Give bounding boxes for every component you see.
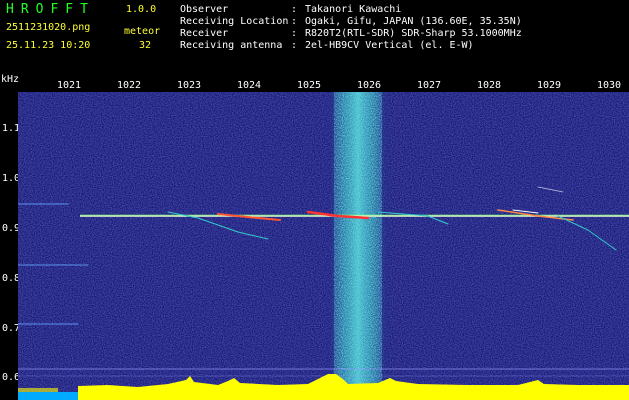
app-version: 1.0.0 bbox=[126, 4, 157, 15]
observer-label: Observer bbox=[180, 4, 229, 15]
app-brand: HROFFT bbox=[6, 2, 95, 17]
capture-timestamp: 25.11.23 10:20 bbox=[6, 40, 91, 51]
location-label: Receiving Location bbox=[180, 16, 289, 27]
x-tick-label: 1023 bbox=[176, 80, 202, 91]
x-tick-label: 1028 bbox=[476, 80, 502, 91]
receiver-value: R820T2(RTL-SDR) SDR-Sharp 53.1000MHz bbox=[305, 28, 522, 39]
x-tick-label: 1022 bbox=[116, 80, 142, 91]
x-tick-label: 1021 bbox=[56, 80, 82, 91]
antenna-label: Receiving antenna bbox=[180, 40, 283, 51]
x-tick-label: 1029 bbox=[536, 80, 562, 91]
info-colon: : bbox=[291, 28, 298, 39]
info-colon: : bbox=[291, 4, 298, 15]
observer-value: Takanori Kawachi bbox=[305, 4, 402, 15]
x-tick-label: 1026 bbox=[356, 80, 382, 91]
hrofft-screen: HROFFT 1.0.0 2511231020.png 25.11.23 10:… bbox=[0, 0, 629, 400]
receiver-label: Receiver bbox=[180, 28, 229, 39]
meteor-count-label: meteor bbox=[124, 26, 161, 37]
x-tick-label: 1025 bbox=[296, 80, 322, 91]
antenna-value: 2el-HB9CV Vertical (el. E-W) bbox=[305, 40, 474, 51]
y-axis-unit: kHz bbox=[1, 74, 20, 85]
spectrogram-plot bbox=[18, 92, 629, 400]
x-tick-label: 1027 bbox=[416, 80, 442, 91]
broadband-noise-band bbox=[326, 92, 390, 400]
info-colon: : bbox=[291, 16, 298, 27]
location-value: Ogaki, Gifu, JAPAN (136.60E, 35.35N) bbox=[305, 16, 522, 27]
x-tick-label: 1030 bbox=[596, 80, 622, 91]
x-tick-label: 1024 bbox=[236, 80, 262, 91]
info-colon: : bbox=[291, 40, 298, 51]
image-filename: 2511231020.png bbox=[6, 22, 91, 33]
meteor-count-value: 32 bbox=[139, 40, 152, 51]
